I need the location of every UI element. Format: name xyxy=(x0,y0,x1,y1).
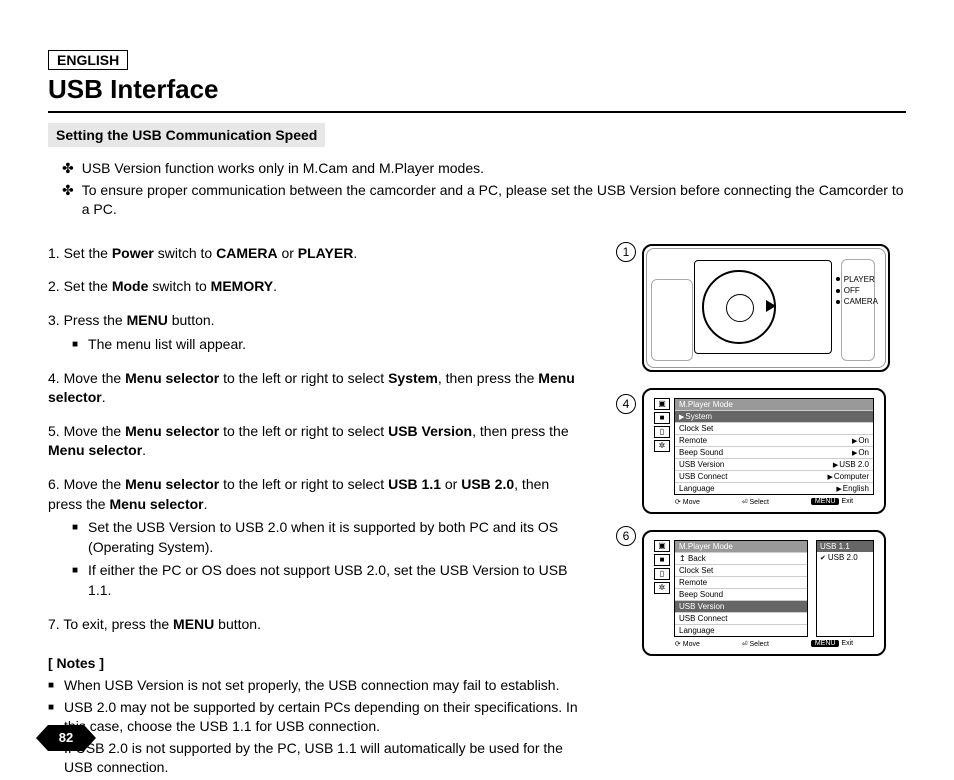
card-icon: ▯ xyxy=(654,568,670,580)
diamond-icon: ✤ xyxy=(62,159,74,179)
dot-icon xyxy=(836,277,840,281)
language-label: ENGLISH xyxy=(48,50,128,70)
intro-block: ✤ USB Version function works only in M.C… xyxy=(48,159,906,222)
intro-text: USB Version function works only in M.Cam… xyxy=(82,159,484,179)
card-icon: ▯ xyxy=(654,426,670,438)
camera-icon: ▣ xyxy=(654,540,670,552)
dot-icon xyxy=(836,289,840,293)
dial-labels: PLAYER OFF CAMERA xyxy=(836,274,878,308)
notes-heading: [ Notes ] xyxy=(48,654,578,674)
substep: ■The menu list will appear. xyxy=(72,335,578,355)
power-dial xyxy=(702,270,776,344)
menu-row: USB ConnectComputer xyxy=(675,470,873,482)
square-icon: ■ xyxy=(48,676,54,696)
menu-row: LanguageEnglish xyxy=(675,482,873,494)
step-7: 7. To exit, press the MENU button. xyxy=(48,615,578,635)
page-title: USB Interface xyxy=(48,74,906,105)
step-1: 1. Set the Power switch to CAMERA or PLA… xyxy=(48,244,578,264)
option-usb20: USB 2.0 xyxy=(817,552,873,563)
tape-icon: ■ xyxy=(654,554,670,566)
dot-icon xyxy=(836,300,840,304)
menu-footer: ⟳ Move ⏎ Select MENU Exit xyxy=(654,637,874,648)
menu-main: M.Player Mode System Clock Set RemoteOn … xyxy=(674,398,874,495)
menu-main: M.Player Mode ↥ Back Clock Set Remote Be… xyxy=(674,540,808,637)
camera-icon: ▣ xyxy=(654,398,670,410)
figure-menu-usb-version: ▣ ■ ▯ ✲ M.Player Mode ↥ Back Clock Set R… xyxy=(642,530,886,656)
gear-icon: ✲ xyxy=(654,582,670,594)
step-6: 6. Move the Menu selector to the left or… xyxy=(48,475,578,601)
square-icon: ■ xyxy=(72,561,78,600)
submenu-options: USB 1.1 USB 2.0 xyxy=(816,540,874,637)
menu-footer: ⟳ Move ⏎ Select MENU Exit xyxy=(654,495,874,506)
title-divider xyxy=(48,111,906,113)
step-number: 7. xyxy=(48,616,60,632)
menu-row-back: ↥ Back xyxy=(675,552,807,564)
step-number: 5. xyxy=(48,423,60,439)
figure-power-dial: PLAYER OFF CAMERA xyxy=(642,244,890,372)
note-item: ■If USB 2.0 is not supported by the PC, … xyxy=(48,739,578,778)
intro-text: To ensure proper communication between t… xyxy=(82,181,906,220)
step-number: 3. xyxy=(48,312,60,328)
square-icon: ■ xyxy=(72,335,78,355)
menu-row-system: System xyxy=(675,410,873,422)
figures-column: 1 4 6 PLAYER OFF CAMERA ▣ ■ xyxy=(606,244,906,780)
note-item: ■When USB Version is not set properly, t… xyxy=(48,676,578,696)
step-2: 2. Set the Mode switch to MEMORY. xyxy=(48,277,578,297)
menu-side-icons: ▣ ■ ▯ ✲ xyxy=(654,398,670,495)
step-4: 4. Move the Menu selector to the left or… xyxy=(48,369,578,408)
figure-label-4: 4 xyxy=(616,394,636,414)
svg-text:82: 82 xyxy=(59,730,73,745)
content-row: 1. Set the Power switch to CAMERA or PLA… xyxy=(48,244,906,780)
step-number: 2. xyxy=(48,278,60,294)
text-column: 1. Set the Power switch to CAMERA or PLA… xyxy=(48,244,578,780)
menu-mode-title: M.Player Mode xyxy=(675,399,873,410)
step-5: 5. Move the Menu selector to the left or… xyxy=(48,422,578,461)
figure-label-1: 1 xyxy=(616,242,636,262)
intro-bullet: ✤ To ensure proper communication between… xyxy=(48,181,906,222)
gear-icon: ✲ xyxy=(654,440,670,452)
steps-list: 1. Set the Power switch to CAMERA or PLA… xyxy=(48,244,578,634)
step-number: 1. xyxy=(48,245,60,261)
section-heading: Setting the USB Communication Speed xyxy=(48,123,325,147)
menu-row: Clock Set xyxy=(675,422,873,434)
square-icon: ■ xyxy=(72,518,78,557)
menu-row-usb-version: USB Version xyxy=(675,600,807,612)
intro-bullet: ✤ USB Version function works only in M.C… xyxy=(48,159,906,181)
menu-row: Clock Set xyxy=(675,564,807,576)
menu-row: RemoteOn xyxy=(675,434,873,446)
menu-row: Language xyxy=(675,624,807,636)
step-number: 4. xyxy=(48,370,60,386)
substep: ■If either the PC or OS does not support… xyxy=(72,561,578,600)
menu-row: USB Connect xyxy=(675,612,807,624)
page-number-badge: 82 xyxy=(36,725,96,751)
tape-icon: ■ xyxy=(654,412,670,424)
diamond-icon: ✤ xyxy=(62,181,74,220)
arrow-badge-icon: 82 xyxy=(36,725,96,751)
option-usb11: USB 1.1 xyxy=(817,541,873,552)
substep: ■Set the USB Version to USB 2.0 when it … xyxy=(72,518,578,557)
menu-row: Beep Sound xyxy=(675,588,807,600)
menu-row: USB VersionUSB 2.0 xyxy=(675,458,873,470)
menu-side-icons: ▣ ■ ▯ ✲ xyxy=(654,540,670,637)
figure-label-6: 6 xyxy=(616,526,636,546)
menu-mode-title: M.Player Mode xyxy=(675,541,807,552)
note-item: ■USB 2.0 may not be supported by certain… xyxy=(48,698,578,737)
pointer-icon xyxy=(766,300,776,312)
menu-row: Beep SoundOn xyxy=(675,446,873,458)
figure-menu-system: ▣ ■ ▯ ✲ M.Player Mode System Clock Set R… xyxy=(642,388,886,514)
menu-row: Remote xyxy=(675,576,807,588)
step-number: 6. xyxy=(48,476,60,492)
step-3: 3. Press the MENU button. ■The menu list… xyxy=(48,311,578,355)
manual-page: ENGLISH USB Interface Setting the USB Co… xyxy=(0,0,954,779)
notes-list: ■When USB Version is not set properly, t… xyxy=(48,676,578,778)
